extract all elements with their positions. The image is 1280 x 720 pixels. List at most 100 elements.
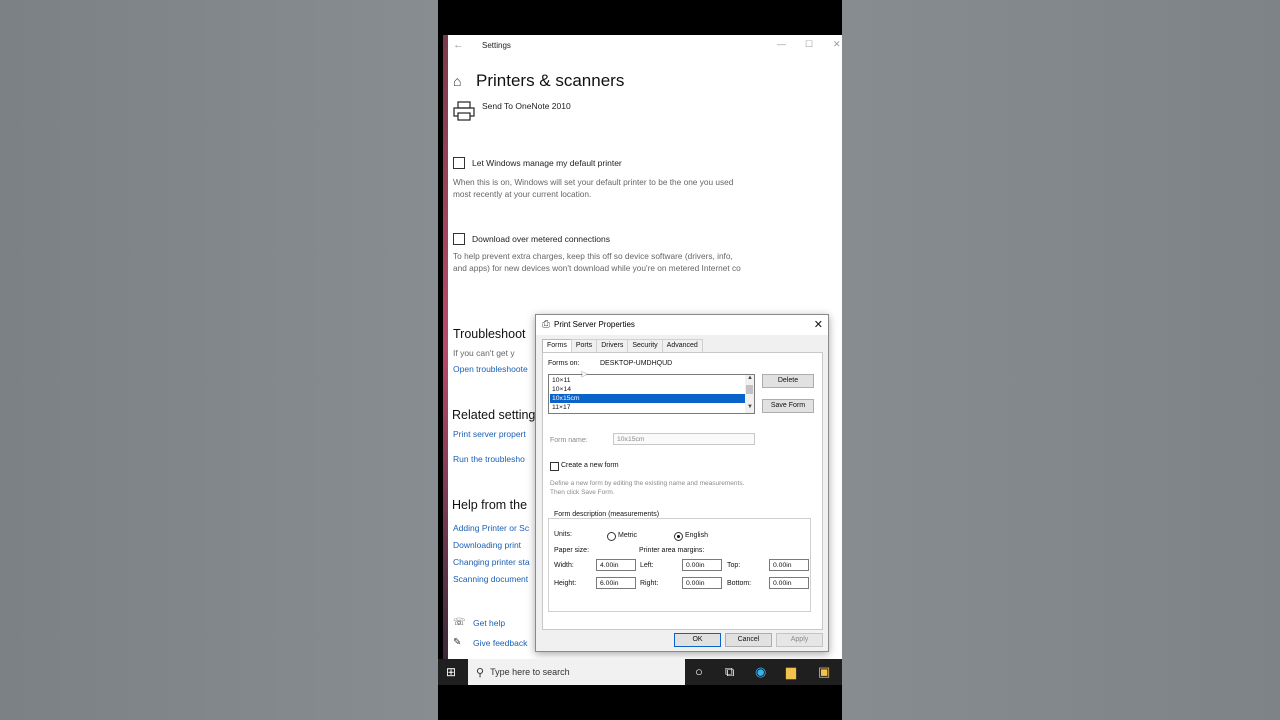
list-item[interactable]: 10×14 [550, 385, 745, 394]
margins-label: Printer area margins: [639, 547, 705, 554]
forms-on-label: Forms on: [548, 360, 580, 367]
scroll-up-icon[interactable]: ▲ [747, 375, 753, 381]
store-icon[interactable]: ▣ [818, 664, 830, 680]
default-printer-label: Let Windows manage my default printer [472, 158, 622, 168]
file-explorer-icon[interactable]: ▆ [786, 664, 796, 680]
search-placeholder: Type here to search [490, 667, 570, 677]
create-new-form-desc: Define a new form by editing the existin… [550, 480, 745, 496]
run-troubleshooter-link[interactable]: Run the troublesho [453, 454, 525, 464]
height-label: Height: [554, 580, 577, 587]
right-margin-input[interactable]: 0.00in [682, 577, 722, 589]
tab-drivers[interactable]: Drivers [596, 339, 629, 353]
tab-security[interactable]: Security [627, 339, 663, 353]
dialog-title: Print Server Properties [554, 320, 635, 329]
metered-checkbox[interactable] [453, 233, 465, 245]
background-right [842, 0, 1280, 720]
default-printer-checkbox[interactable] [453, 157, 465, 169]
settings-titlebar: ← Settings — ☐ ✕ [443, 35, 842, 57]
dialog-titlebar: ⎙ Print Server Properties ✕ [536, 315, 828, 335]
create-new-form-label: Create a new form [561, 462, 619, 469]
right-margin-label: Right: [640, 580, 659, 587]
delete-button[interactable]: Delete [762, 374, 814, 388]
height-input[interactable]: 6.00in [596, 577, 636, 589]
help-link-changing-status[interactable]: Changing printer sta [453, 557, 530, 567]
width-label: Width: [554, 562, 574, 569]
chat-help-icon: ☏ [453, 617, 466, 628]
taskbar-search-box[interactable]: ⚲ Type here to search [468, 659, 685, 685]
metric-radio[interactable] [607, 532, 616, 541]
give-feedback-link[interactable]: Give feedback [473, 638, 527, 648]
minimize-icon[interactable]: — [777, 39, 786, 49]
scroll-thumb[interactable] [746, 385, 753, 394]
open-troubleshooter-link[interactable]: Open troubleshoote [453, 364, 528, 374]
dialog-tabs: Forms Ports Drivers Security Advanced [542, 339, 703, 353]
help-link-scanning[interactable]: Scanning document [453, 574, 528, 584]
desktop-wallpaper-strip [443, 35, 448, 659]
help-heading: Help from the [452, 498, 528, 512]
edge-icon[interactable]: ◉ [755, 664, 766, 680]
forms-on-value: DESKTOP-UMDHQUD [600, 360, 673, 367]
save-form-button[interactable]: Save Form [762, 399, 814, 413]
page-header: ⌂ Printers & scanners [453, 71, 624, 91]
close-icon[interactable]: ✕ [814, 318, 823, 331]
tab-advanced[interactable]: Advanced [661, 339, 703, 353]
create-new-form-checkbox[interactable] [550, 462, 559, 471]
left-margin-label: Left: [640, 562, 654, 569]
maximize-icon[interactable]: ☐ [805, 39, 813, 50]
measurements-label: Form description (measurements) [553, 511, 661, 518]
print-server-properties-link[interactable]: Print server propert [453, 429, 526, 439]
home-icon[interactable]: ⌂ [453, 73, 469, 89]
top-margin-label: Top: [727, 562, 741, 569]
video-frame: ← Settings — ☐ ✕ ⌂ Printers & scanners S… [438, 0, 842, 720]
english-label: English [685, 532, 708, 539]
metered-label: Download over metered connections [472, 234, 610, 244]
english-radio[interactable] [674, 532, 683, 541]
bottom-margin-label: Bottom: [727, 580, 752, 587]
print-server-properties-dialog: ⎙ Print Server Properties ✕ Forms Ports … [535, 314, 829, 652]
metric-label: Metric [618, 532, 638, 539]
bottom-margin-input[interactable]: 0.00in [769, 577, 809, 589]
help-link-adding-printer[interactable]: Adding Printer or Sc [453, 523, 529, 533]
apply-button[interactable]: Apply [776, 633, 823, 647]
windows-start-icon[interactable]: ⊞ [446, 665, 456, 679]
search-icon: ⚲ [476, 666, 485, 679]
width-input[interactable]: 4.00in [596, 559, 636, 571]
list-item[interactable]: 11×17 [550, 403, 745, 412]
get-help-link[interactable]: Get help [473, 618, 505, 628]
form-name-label: Form name: [550, 437, 588, 444]
list-item-selected[interactable]: 10x15cm [550, 394, 745, 403]
give-feedback-item[interactable]: ✎ Give feedback [453, 637, 527, 648]
ok-button[interactable]: OK [674, 633, 721, 647]
metered-checkbox-row[interactable]: Download over metered connections [453, 233, 610, 245]
tab-ports[interactable]: Ports [570, 339, 598, 353]
printer-icon: ⎙ [542, 319, 550, 330]
cancel-button[interactable]: Cancel [725, 633, 772, 647]
task-view-icon[interactable]: ⧉ [725, 664, 734, 680]
related-settings-heading: Related setting [452, 408, 536, 422]
default-printer-checkbox-row[interactable]: Let Windows manage my default printer [453, 157, 622, 169]
help-link-downloading[interactable]: Downloading print [453, 540, 521, 550]
scroll-down-icon[interactable]: ▼ [747, 404, 753, 410]
close-icon[interactable]: ✕ [833, 39, 841, 50]
troubleshoot-heading: Troubleshoot [453, 327, 526, 341]
default-printer-desc: When this is on, Windows will set your d… [453, 177, 734, 199]
left-margin-input[interactable]: 0.00in [682, 559, 722, 571]
cortana-icon[interactable]: ○ [695, 664, 703, 679]
printer-name: Send To OneNote 2010 [482, 101, 571, 111]
paper-size-label: Paper size: [554, 547, 590, 554]
back-arrow-icon[interactable]: ← [453, 39, 464, 51]
printer-icon [453, 101, 475, 121]
mouse-cursor-icon: ➤ [580, 369, 588, 379]
forms-listbox[interactable]: 10×11 10×14 10x15cm 11×17 ▲ ▼ [548, 374, 755, 414]
feedback-icon: ✎ [453, 637, 462, 648]
get-help-item[interactable]: ☏ Get help [453, 617, 505, 628]
taskbar: ⊞ ⚲ Type here to search ○ ⧉ ◉ ▆ ▣ [438, 659, 842, 685]
troubleshoot-text: If you can't get y [453, 348, 515, 358]
units-label: Units: [554, 531, 572, 538]
list-scrollbar[interactable]: ▲ ▼ [745, 375, 754, 413]
settings-title: Settings [482, 41, 511, 50]
page-title: Printers & scanners [476, 71, 625, 90]
form-name-input[interactable]: 10x15cm [613, 433, 755, 445]
tab-forms[interactable]: Forms [542, 339, 572, 353]
top-margin-input[interactable]: 0.00in [769, 559, 809, 571]
